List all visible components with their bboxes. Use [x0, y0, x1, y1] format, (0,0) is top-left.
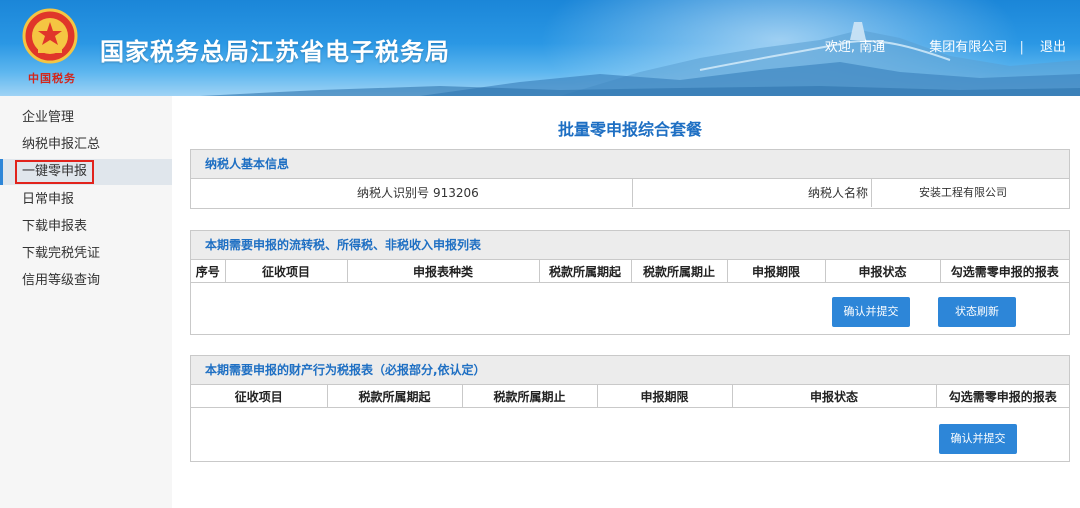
welcome-text: 欢迎, 南通 [824, 40, 886, 55]
column-header: 税款所属期起 [327, 385, 463, 408]
panel-heading: 本期需要申报的财产行为税报表（必报部分,依认定） [191, 356, 1069, 385]
panel-heading: 本期需要申报的流转税、所得税、非税收入申报列表 [191, 231, 1069, 260]
sidebar-item-daily-filing[interactable]: 日常申报 [0, 187, 172, 213]
sidebar-item-tax-summary[interactable]: 纳税申报汇总 [0, 132, 172, 158]
sidebar-item-download-forms[interactable]: 下载申报表 [0, 214, 172, 240]
sidebar: 企业管理 纳税申报汇总 一键零申报 日常申报 下载申报表 下载完税凭证 信用等级… [0, 96, 172, 508]
column-header: 申报状态 [825, 260, 941, 283]
info-divider [632, 179, 633, 207]
confirm-submit-button[interactable]: 确认并提交 [832, 297, 910, 327]
taxpayer-info-panel: 纳税人基本信息 纳税人识别号 913206 纳税人名称 安装工程有限公司 [190, 149, 1070, 209]
column-header: 勾选需零申报的报表 [936, 385, 1069, 408]
active-indicator [0, 159, 3, 185]
table-header-row: 征收项目 税款所属期起 税款所属期止 申报期限 申报状态 勾选需零申报的报表 [191, 385, 1069, 408]
user-bar: 欢迎, 南通 集团有限公司 | 退出 [821, 36, 1066, 55]
property-tax-panel: 本期需要申报的财产行为税报表（必报部分,依认定） 征收项目 税款所属期起 税款所… [190, 355, 1070, 462]
panel-heading: 纳税人基本信息 [191, 150, 1069, 179]
refresh-status-button[interactable]: 状态刷新 [938, 297, 1016, 327]
sidebar-item-label: 下载申报表 [22, 219, 88, 234]
sidebar-item-one-click-zero-filing[interactable]: 一键零申报 [0, 159, 172, 185]
column-header: 勾选需零申报的报表 [940, 260, 1069, 283]
emblem-caption: 中国税务 [28, 72, 76, 85]
column-header: 税款所属期止 [462, 385, 598, 408]
national-emblem-icon [22, 8, 78, 64]
column-header: 申报期限 [597, 385, 733, 408]
circulation-tax-panel: 本期需要申报的流转税、所得税、非税收入申报列表 序号 征收项目 申报表种类 税款… [190, 230, 1070, 335]
sidebar-item-label: 日常申报 [22, 192, 75, 207]
site-header: 中国税务 国家税务总局江苏省电子税务局 欢迎, 南通 集团有限公司 | 退出 [0, 0, 1080, 96]
column-header: 序号 [191, 260, 226, 283]
column-header: 征收项目 [225, 260, 348, 283]
sidebar-item-label: 企业管理 [22, 110, 75, 125]
column-header: 申报状态 [732, 385, 937, 408]
taxpayer-id-value: 913206 [433, 186, 479, 200]
logout-link[interactable]: 退出 [1040, 40, 1066, 55]
column-header: 申报表种类 [347, 260, 540, 283]
column-header: 申报期限 [727, 260, 826, 283]
column-header: 税款所属期起 [539, 260, 632, 283]
sidebar-item-label: 下载完税凭证 [22, 246, 101, 261]
sidebar-item-credit-rating[interactable]: 信用等级查询 [0, 268, 172, 294]
circulation-tax-table: 序号 征收项目 申报表种类 税款所属期起 税款所属期止 申报期限 申报状态 勾选… [191, 260, 1069, 283]
info-divider [871, 179, 872, 207]
company-name: 集团有限公司 [929, 40, 1008, 55]
page-title: 批量零申报综合套餐 [557, 120, 702, 139]
sidebar-item-enterprise-management[interactable]: 企业管理 [0, 105, 172, 131]
column-header: 征收项目 [191, 385, 328, 408]
taxpayer-name-value: 安装工程有限公司 [919, 186, 1007, 199]
sidebar-item-label: 信用等级查询 [22, 273, 101, 288]
confirm-submit-button[interactable]: 确认并提交 [939, 424, 1017, 454]
property-tax-table: 征收项目 税款所属期起 税款所属期止 申报期限 申报状态 勾选需零申报的报表 [191, 385, 1069, 408]
sidebar-item-download-certificates[interactable]: 下载完税凭证 [0, 241, 172, 267]
taxpayer-info-row: 纳税人识别号 913206 纳税人名称 安装工程有限公司 [191, 179, 1069, 207]
taxpayer-name-label: 纳税人名称 [808, 186, 869, 200]
column-header: 税款所属期止 [631, 260, 728, 283]
sidebar-item-label: 纳税申报汇总 [22, 137, 101, 152]
table-header-row: 序号 征收项目 申报表种类 税款所属期起 税款所属期止 申报期限 申报状态 勾选… [191, 260, 1069, 283]
sidebar-item-label: 一键零申报 [15, 160, 95, 184]
site-title: 国家税务总局江苏省电子税务局 [100, 38, 450, 66]
taxpayer-id-label: 纳税人识别号 [357, 186, 430, 200]
header-separator: | [1019, 40, 1024, 55]
